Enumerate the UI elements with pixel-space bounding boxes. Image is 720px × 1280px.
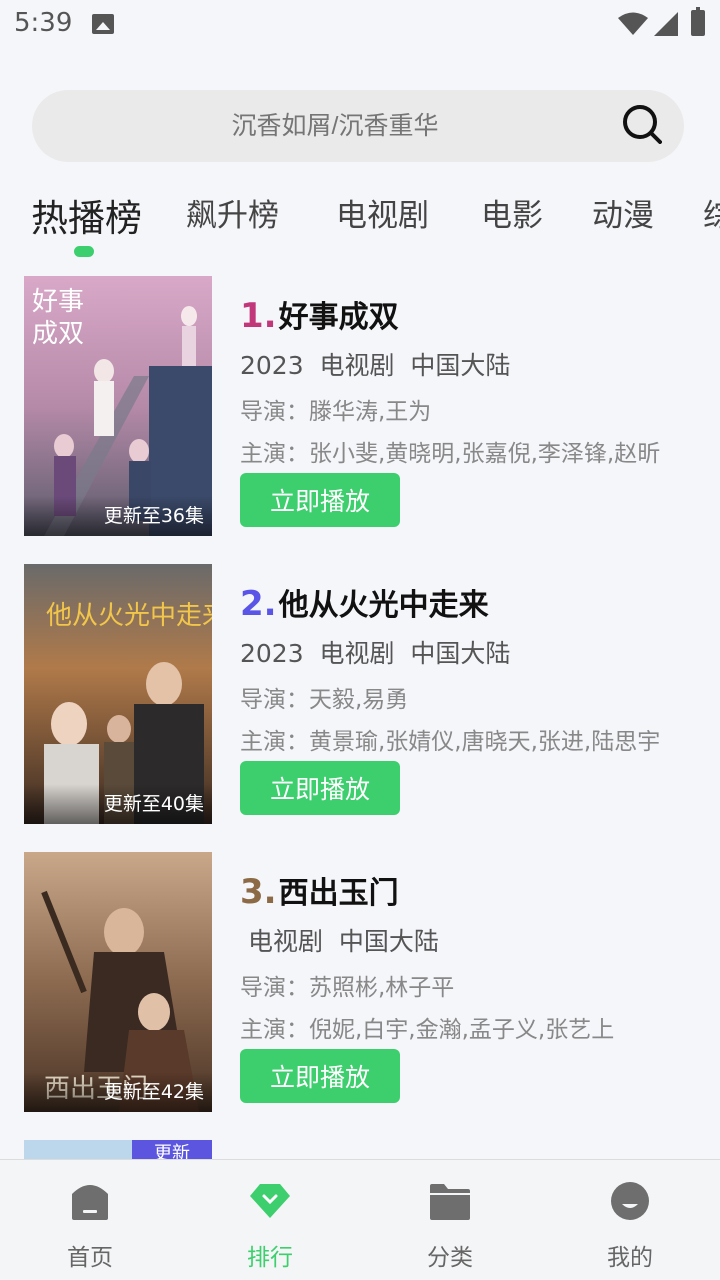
title[interactable]: 1.好事成双 (240, 292, 399, 336)
bottom-nav: 首页 排行 分类 我的 (0, 1159, 720, 1280)
nav-category[interactable]: 分类 (360, 1160, 540, 1280)
play-button[interactable]: 立即播放 (240, 1049, 400, 1103)
poster-image[interactable]: 好事 成双 更新至36集 (24, 276, 212, 536)
nav-home[interactable]: 首页 (0, 1160, 180, 1280)
poster-image[interactable]: 西出玉门 更新至42集 (24, 852, 212, 1112)
signal-icon (654, 12, 678, 36)
tab-movie[interactable]: 电影 (481, 190, 543, 235)
rank-diamond-icon (250, 1184, 290, 1218)
cast: 主演：倪妮,白宇,金瀚,孟子义,张艺上 (240, 1017, 615, 1043)
search-icon[interactable] (622, 104, 662, 144)
list-item[interactable]: 他从火光中走来 更新至40集 2.他从火光中走来 2023 电视剧 中国大陆 导… (0, 564, 720, 824)
list-item[interactable]: 好事 成双 更新至36集 1.好事成双 2023 电视剧 中国大陆 导演：滕华涛… (0, 276, 720, 536)
title-text: 西出玉门 (278, 876, 399, 911)
meta-info: 电视剧 中国大陆 (240, 927, 439, 956)
director: 导演：天毅,易勇 (240, 687, 409, 713)
cast: 主演：张小斐,黄晓明,张嘉倪,李泽锋,赵昕 (240, 441, 661, 467)
search-input[interactable] (32, 90, 622, 162)
folder-icon (430, 1184, 470, 1220)
category-tabs: 热播榜 飙升榜 电视剧 电影 动漫 综 (0, 180, 720, 260)
title[interactable]: 2.他从火光中走来 (240, 580, 489, 624)
tab-variety[interactable]: 综 (703, 190, 720, 235)
list-item[interactable]: 西出玉门 更新至42集 3.西出玉门 电视剧 中国大陆 导演：苏照彬,林子平 主… (0, 852, 720, 1112)
svg-text:成双: 成双 (32, 319, 84, 349)
director: 导演：滕华涛,王为 (240, 399, 432, 425)
update-badge: 更新 (132, 1140, 212, 1160)
update-badge: 更新至36集 (24, 496, 212, 536)
cast: 主演：黄景瑜,张婧仪,唐晓天,张进,陆思宇 (240, 729, 661, 755)
title-text: 好事成双 (278, 300, 399, 335)
rank-number: 3. (240, 872, 277, 912)
nav-profile[interactable]: 我的 (540, 1160, 720, 1280)
status-time: 5:39 (14, 8, 73, 38)
tab-rising[interactable]: 飙升榜 (186, 190, 279, 235)
tab-anime[interactable]: 动漫 (592, 190, 654, 235)
title-text: 他从火光中走来 (278, 588, 489, 623)
rank-number: 2. (240, 584, 277, 624)
status-bar: 5:39 (0, 0, 720, 50)
svg-text:好事: 好事 (32, 287, 84, 317)
wifi-icon (618, 12, 648, 35)
poster-image[interactable]: 他从火光中走来 更新至40集 (24, 564, 212, 824)
update-badge: 更新至40集 (24, 784, 212, 824)
nav-rank[interactable]: 排行 (180, 1160, 360, 1280)
nav-label: 分类 (427, 1245, 473, 1271)
tab-hot[interactable]: 热播榜 (31, 188, 142, 242)
play-button[interactable]: 立即播放 (240, 761, 400, 815)
rank-number: 1. (240, 296, 277, 336)
battery-icon (691, 7, 705, 36)
profile-icon (611, 1182, 649, 1220)
poster-image-partial[interactable]: 更新 (24, 1140, 212, 1160)
tab-tv[interactable]: 电视剧 (336, 190, 429, 235)
svg-text:他从火光中走来: 他从火光中走来 (46, 601, 212, 631)
tab-indicator (74, 246, 94, 257)
nav-label: 我的 (607, 1245, 653, 1271)
nav-label: 排行 (247, 1245, 293, 1271)
title[interactable]: 3.西出玉门 (240, 868, 399, 912)
image-notification-icon (92, 14, 114, 34)
play-button[interactable]: 立即播放 (240, 473, 400, 527)
update-badge: 更新至42集 (24, 1072, 212, 1112)
home-icon (72, 1185, 108, 1220)
meta-info: 2023 电视剧 中国大陆 (240, 351, 511, 380)
meta-info: 2023 电视剧 中国大陆 (240, 639, 511, 668)
nav-label: 首页 (67, 1245, 113, 1271)
search-bar[interactable] (32, 90, 684, 162)
director: 导演：苏照彬,林子平 (240, 975, 455, 1001)
